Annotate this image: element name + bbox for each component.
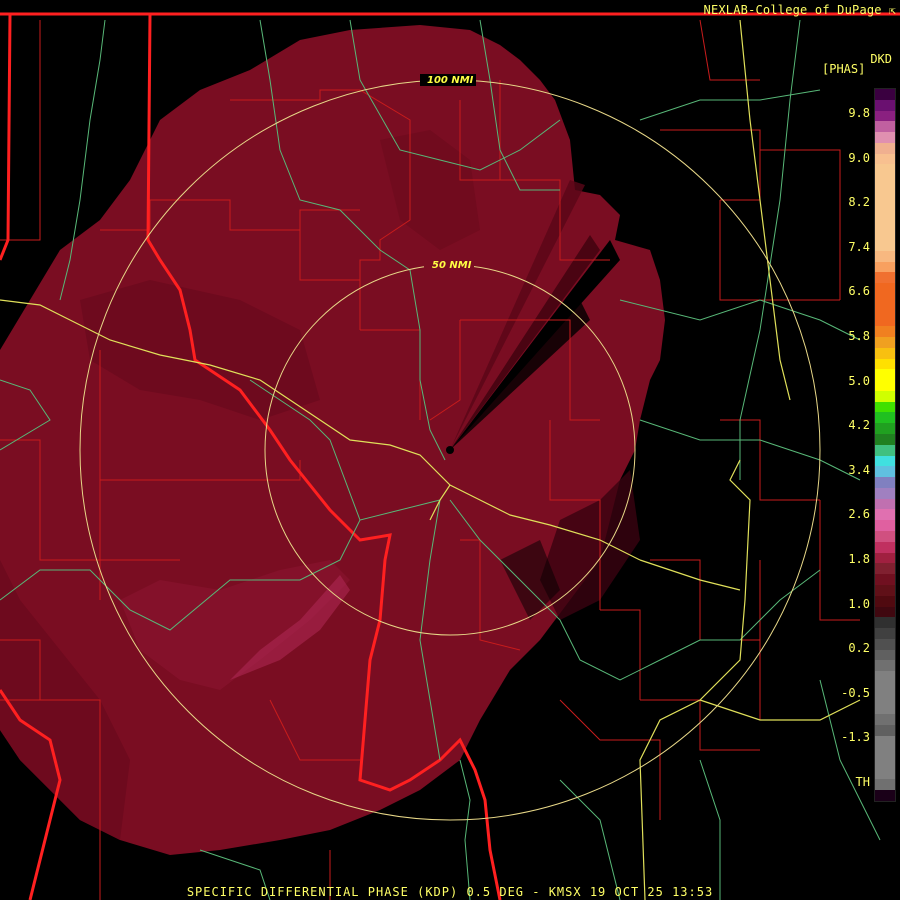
- external-link-icon: ⇱: [889, 4, 896, 17]
- colorbar-segment: [875, 336, 895, 348]
- colorbar-tick-5: 5.8: [848, 329, 870, 343]
- colorbar-tick-7: 4.2: [848, 418, 870, 433]
- colorbar-segment: [875, 89, 895, 100]
- colorbar-segment: [875, 714, 895, 726]
- colorbar-tick-9: 2.6: [848, 507, 870, 522]
- colorbar-tick-10: 1.8: [848, 552, 870, 566]
- colorbar-segment: [875, 649, 895, 661]
- colorbar-tick-4: 6.6: [848, 284, 870, 299]
- colorbar-segment: [875, 779, 895, 790]
- colorbar-segment: [875, 229, 895, 240]
- radar-map: 50 NMI 100 NMI: [0, 0, 900, 900]
- colorbar-segment: [875, 660, 895, 672]
- colorbar-segment: [875, 477, 895, 488]
- colorbar-tick-2: 8.2: [848, 195, 870, 210]
- colorbar-segment: [875, 455, 895, 467]
- colorbar-segment: [875, 207, 895, 219]
- colorbar-segment: [875, 584, 895, 596]
- colorbar-segment: [875, 304, 895, 316]
- colorbar-segment: [875, 293, 895, 305]
- colorbar-segment: [875, 250, 895, 262]
- colorbar-segment: [875, 595, 895, 607]
- colorbar-segment: [875, 401, 895, 413]
- ring-label-50: 50 NMI: [432, 260, 472, 271]
- colorbar: [874, 88, 896, 802]
- colorbar-segment: [875, 153, 895, 165]
- colorbar-segment: [875, 789, 895, 801]
- colorbar-segment: [875, 628, 895, 639]
- colorbar-segment: [875, 121, 895, 133]
- colorbar-segment: [875, 735, 895, 747]
- colorbar-segment: [875, 466, 895, 478]
- colorbar-segment: [875, 638, 895, 650]
- ring-label-100: 100 NMI: [427, 75, 474, 86]
- colorbar-segment: [875, 412, 895, 424]
- colorbar-segment: [875, 315, 895, 327]
- colorbar-segment: [875, 380, 895, 391]
- colorbar-segment: [875, 99, 895, 111]
- colorbar-segment: [875, 110, 895, 122]
- colorbar-segment: [875, 132, 895, 143]
- colorbar-segment: [875, 239, 895, 251]
- colorbar-segment: [875, 563, 895, 575]
- colorbar-segment: [875, 531, 895, 542]
- colorbar-segment: [875, 725, 895, 736]
- colorbar-segment: [875, 164, 895, 176]
- colorbar-tick-11: 1.0: [848, 596, 870, 611]
- colorbar-segment: [875, 509, 895, 521]
- colorbar-segment: [875, 358, 895, 370]
- colorbar-segment: [875, 541, 895, 553]
- colorbar-segment: [875, 487, 895, 499]
- colorbar-segment: [875, 444, 895, 456]
- colorbar-segment: [875, 326, 895, 337]
- colorbar-segment: [875, 423, 895, 434]
- colorbar-tick-3: 7.4: [848, 239, 870, 254]
- colorbar-tick-0: 9.8: [848, 106, 870, 120]
- colorbar-tick-labels: 9.8 9.0 8.2 7.4 6.6 5.8 5.0 4.2 3.4 2.6 1.8 1.0 0.2 -…: [830, 0, 870, 900]
- colorbar-segment: [875, 681, 895, 693]
- colorbar-segment: [875, 552, 895, 564]
- colorbar-segment: [875, 186, 895, 197]
- colorbar-segment: [875, 768, 895, 779]
- colorbar-segment: [875, 757, 895, 769]
- colorbar-segment: [875, 671, 895, 682]
- colorbar-tick-6: 5.0: [848, 373, 870, 388]
- colorbar-segment: [875, 498, 895, 510]
- colorbar-segment: [875, 369, 895, 381]
- colorbar-segment: [875, 520, 895, 532]
- colorbar-segment: [875, 606, 895, 618]
- colorbar-tick-1: 9.0: [848, 150, 870, 165]
- colorbar-tick-13: -0.5: [841, 685, 870, 700]
- colorbar-segment: [875, 692, 895, 704]
- colorbar-segment: [875, 261, 895, 273]
- colorbar-segment: [875, 574, 895, 585]
- colorbar-tick-12: 0.2: [848, 641, 870, 656]
- product-caption: SPECIFIC DIFFERENTIAL PHASE (KDP) 0.5 DE…: [186, 885, 714, 899]
- colorbar-tick-8: 3.4: [848, 462, 870, 477]
- colorbar-segment: [875, 283, 895, 294]
- colorbar-segment: [875, 617, 895, 629]
- colorbar-segment: [875, 272, 895, 284]
- colorbar-unit-top: DKD: [870, 52, 892, 66]
- colorbar-segment: [875, 746, 895, 758]
- colorbar-tick-15: TH: [855, 775, 870, 789]
- colorbar-segment: [875, 703, 895, 715]
- colorbar-segment: [875, 142, 895, 154]
- colorbar-segment: [875, 218, 895, 230]
- colorbar-tick-14: -1.3: [841, 730, 870, 745]
- colorbar-segment: [875, 434, 895, 445]
- colorbar-segment: [875, 196, 895, 208]
- colorbar-segment: [875, 175, 895, 187]
- colorbar-segment: [875, 347, 895, 359]
- colorbar-segment: [875, 390, 895, 402]
